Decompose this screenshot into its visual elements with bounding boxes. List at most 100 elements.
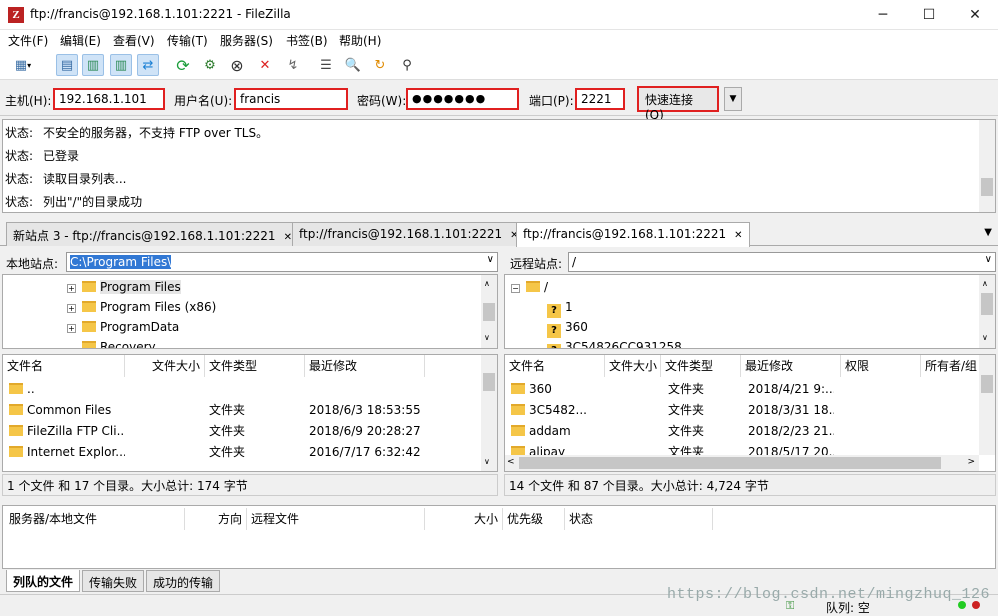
tab-connection-active[interactable]: ftp://francis@192.168.1.101:2221 ✕ — [516, 222, 750, 247]
process-queue-icon[interactable]: ⚙ — [199, 54, 221, 76]
host-label: 主机(H): — [5, 94, 52, 108]
minimize-button[interactable]: ─ — [860, 0, 906, 30]
folder-icon — [9, 383, 23, 394]
cancel-icon[interactable]: ⊗ — [226, 54, 248, 76]
chevron-down-icon[interactable]: ∨ — [487, 254, 494, 265]
table-row[interactable]: 360 文件夹 2018/4/21 9:... — [509, 379, 979, 400]
folder-icon — [82, 301, 96, 312]
local-col-type[interactable]: 文件类型 — [205, 355, 305, 377]
username-input[interactable]: francis — [234, 88, 348, 110]
local-col-filename[interactable]: 文件名 — [3, 355, 125, 377]
user-label: 用户名(U): — [174, 94, 233, 108]
tree-item[interactable]: − / — [511, 277, 548, 297]
transfer-queue: 服务器/本地文件 方向 远程文件 大小 优先级 状态 — [2, 505, 996, 569]
remote-col-size[interactable]: 文件大小 — [605, 355, 661, 377]
local-col-size[interactable]: 文件大小 — [125, 355, 205, 377]
quickconnect-dropdown-icon[interactable]: ▼ — [724, 87, 742, 111]
tree-item[interactable]: ? 360 — [547, 317, 588, 338]
tab-connection-2[interactable]: ftp://francis@192.168.1.101:2221 ✕ — [292, 222, 526, 246]
queue-col-priority[interactable]: 优先级 — [503, 508, 565, 530]
local-col-modified[interactable]: 最近修改 — [305, 355, 425, 377]
remote-col-filename[interactable]: 文件名 — [505, 355, 605, 377]
table-row[interactable]: .. — [7, 379, 477, 400]
queue-col-remote[interactable]: 远程文件 — [247, 508, 425, 530]
table-row[interactable]: Common Files 文件夹 2018/6/3 18:53:55 — [7, 400, 477, 421]
sync-browse-icon[interactable]: ↻ — [369, 54, 391, 76]
menu-transfer[interactable]: 传输(T) — [167, 32, 208, 49]
local-path-input[interactable]: C:\Program Files\ ∨ — [66, 252, 498, 272]
site-manager-icon[interactable]: ▦ ▾ — [6, 54, 40, 76]
chevron-down-icon[interactable]: ∨ — [985, 254, 992, 265]
menu-bookmarks[interactable]: 书签(B) — [286, 32, 328, 49]
tree-item[interactable]: +Recovery — [67, 337, 156, 348]
reconnect-icon[interactable]: ↯ — [282, 54, 304, 76]
folder-icon — [9, 446, 23, 457]
menu-server[interactable]: 服务器(S) — [220, 32, 273, 49]
local-tree-scrollbar[interactable]: ∧ ∨ — [481, 275, 497, 348]
toolbar: ▦ ▾ ▤ ▥ ▥ ⇄ ⟳ ⚙ ⊗ ✕ ↯ ☰ 🔍 ↻ ⚲ — [0, 50, 998, 80]
queue-col-local[interactable]: 服务器/本地文件 — [5, 508, 185, 530]
tab-failed-transfers[interactable]: 传输失败 — [82, 570, 145, 592]
host-input[interactable]: 192.168.1.101 — [53, 88, 165, 110]
queue-col-direction[interactable]: 方向 — [185, 508, 247, 530]
tab-close-icon[interactable]: ✕ — [284, 232, 292, 243]
menu-file[interactable]: 文件(F) — [8, 32, 48, 49]
remote-path-input[interactable]: / ∨ — [568, 252, 996, 272]
remote-col-permissions[interactable]: 权限 — [841, 355, 921, 377]
search-files-icon[interactable]: ⚲ — [396, 54, 418, 76]
watermark: https://blog.csdn.net/mingzhuq_126 — [666, 586, 990, 603]
tab-queued-files[interactable]: 列队的文件 — [6, 570, 81, 592]
table-row[interactable]: 3C5482... 文件夹 2018/3/31 18... — [509, 400, 979, 421]
log-scrollbar[interactable] — [979, 120, 995, 212]
queue-col-size[interactable]: 大小 — [425, 508, 503, 530]
tab-site-3[interactable]: 新站点 3 - ftp://francis@192.168.1.101:2221… — [6, 222, 299, 246]
unknown-folder-icon: ? — [547, 344, 561, 348]
port-input[interactable]: 2221 — [575, 88, 625, 110]
tree-item[interactable]: + ProgramData — [67, 317, 179, 337]
password-input[interactable]: ●●●●●●● — [406, 88, 519, 110]
remote-site-label: 远程站点: — [510, 257, 563, 271]
local-list-scrollbar[interactable]: ∨ — [481, 355, 497, 471]
tab-successful-transfers[interactable]: 成功的传输 — [146, 570, 221, 592]
tab-close-icon[interactable]: ✕ — [734, 230, 742, 241]
table-row[interactable]: Internet Explor... 文件夹 2016/7/17 6:32:42 — [7, 442, 477, 463]
tabs-dropdown-icon[interactable]: ▼ — [984, 227, 992, 238]
quickconnect-bar: 主机(H): 192.168.1.101 用户名(U): francis 密码(… — [0, 82, 998, 122]
toggle-remote-tree-icon[interactable]: ▥ — [110, 54, 132, 76]
folder-icon — [82, 341, 96, 348]
connection-tabs: 新站点 3 - ftp://francis@192.168.1.101:2221… — [0, 220, 998, 247]
local-status: 1 个文件 和 17 个目录。大小总计: 174 字节 — [2, 474, 498, 496]
tree-item[interactable]: ? 1 — [547, 297, 573, 318]
queue-col-status[interactable]: 状态 — [565, 508, 713, 530]
menu-help[interactable]: 帮助(H) — [339, 32, 381, 49]
window-title: ftp://francis@192.168.1.101:2221 - FileZ… — [30, 7, 291, 21]
menu-edit[interactable]: 编辑(E) — [60, 32, 101, 49]
toggle-log-icon[interactable]: ▤ — [56, 54, 78, 76]
folder-icon — [9, 425, 23, 436]
tree-item[interactable]: ?3C54826CC931258 — [547, 337, 682, 348]
menu-view[interactable]: 查看(V) — [113, 32, 155, 49]
filter-icon[interactable]: ☰ — [315, 54, 337, 76]
remote-list-vscrollbar[interactable] — [979, 355, 995, 455]
remote-col-modified[interactable]: 最近修改 — [741, 355, 841, 377]
table-row[interactable]: FileZilla FTP Cli... 文件夹 2018/6/9 20:28:… — [7, 421, 477, 442]
remote-list-hscrollbar[interactable]: < > — [505, 455, 979, 471]
toggle-local-tree-icon[interactable]: ▥ — [82, 54, 104, 76]
remote-col-owner[interactable]: 所有者/组 — [921, 355, 981, 377]
table-row[interactable]: addam 文件夹 2018/2/23 21... — [509, 421, 979, 442]
tree-item[interactable]: + Program Files — [67, 277, 181, 297]
remote-col-type[interactable]: 文件类型 — [661, 355, 741, 377]
refresh-icon[interactable]: ⟳ — [172, 54, 194, 76]
tree-item[interactable]: + Program Files (x86) — [67, 297, 216, 317]
toggle-queue-icon[interactable]: ⇄ — [137, 54, 159, 76]
remote-tree-scrollbar[interactable]: ∧ ∨ — [979, 275, 995, 348]
quickconnect-button[interactable]: 快速连接(Q) — [637, 86, 719, 122]
close-button[interactable]: ✕ — [952, 0, 998, 30]
table-row[interactable]: alipay 文件夹 2018/5/17 20... — [509, 442, 979, 456]
folder-icon — [82, 321, 96, 332]
disconnect-icon[interactable]: ✕ — [254, 54, 276, 76]
maximize-button[interactable]: ☐ — [906, 0, 952, 30]
local-site-label: 本地站点: — [6, 257, 59, 271]
compare-icon[interactable]: 🔍 — [342, 54, 364, 76]
log-line: 状态: 列出"/"的目录成功 — [5, 195, 143, 209]
